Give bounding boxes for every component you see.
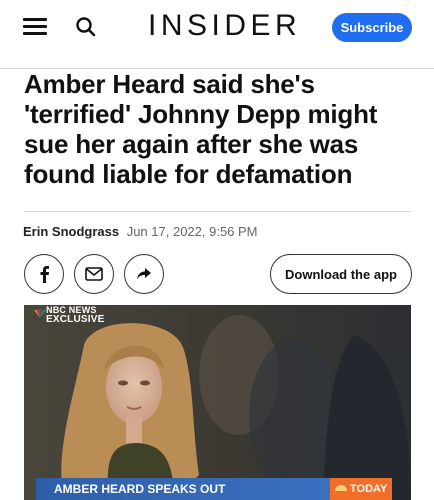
site-logo[interactable]: INSIDER [148,9,301,43]
today-label: TODAY [350,483,388,495]
nbc-news-exclusive-bug: NBC NEWS EXCLUSIVE [46,306,105,325]
email-share-button[interactable] [74,254,114,294]
author-name[interactable]: Erin Snodgrass [23,224,119,239]
nbc-peacock-icon [34,309,46,318]
today-show-badge: TODAY [330,478,392,500]
subscribe-button[interactable]: Subscribe [332,13,412,42]
video-player[interactable]: NBC NEWS EXCLUSIVE AMBER HEARD SPEAKS OU… [24,305,411,500]
today-sun-icon [335,485,347,491]
article-headline: Amber Heard said she's 'terrified' Johnn… [24,69,378,189]
publish-date: Jun 17, 2022, 9:56 PM [126,224,258,239]
search-icon[interactable] [74,15,100,41]
exclusive-label: EXCLUSIVE [46,314,105,325]
video-still-image [24,305,411,500]
share-arrow-icon [137,268,151,280]
download-app-button[interactable]: Download the app [270,254,412,294]
facebook-share-button[interactable] [24,254,64,294]
site-header: INSIDER Subscribe [0,0,434,56]
hamburger-menu-icon[interactable] [23,16,49,38]
share-button[interactable] [124,254,164,294]
email-icon [85,267,103,281]
lower-third-text: AMBER HEARD SPEAKS OUT [54,482,226,496]
byline: Erin Snodgrass Jun 17, 2022, 9:56 PM [23,224,258,239]
facebook-icon [40,266,49,283]
headline-divider [24,211,411,212]
